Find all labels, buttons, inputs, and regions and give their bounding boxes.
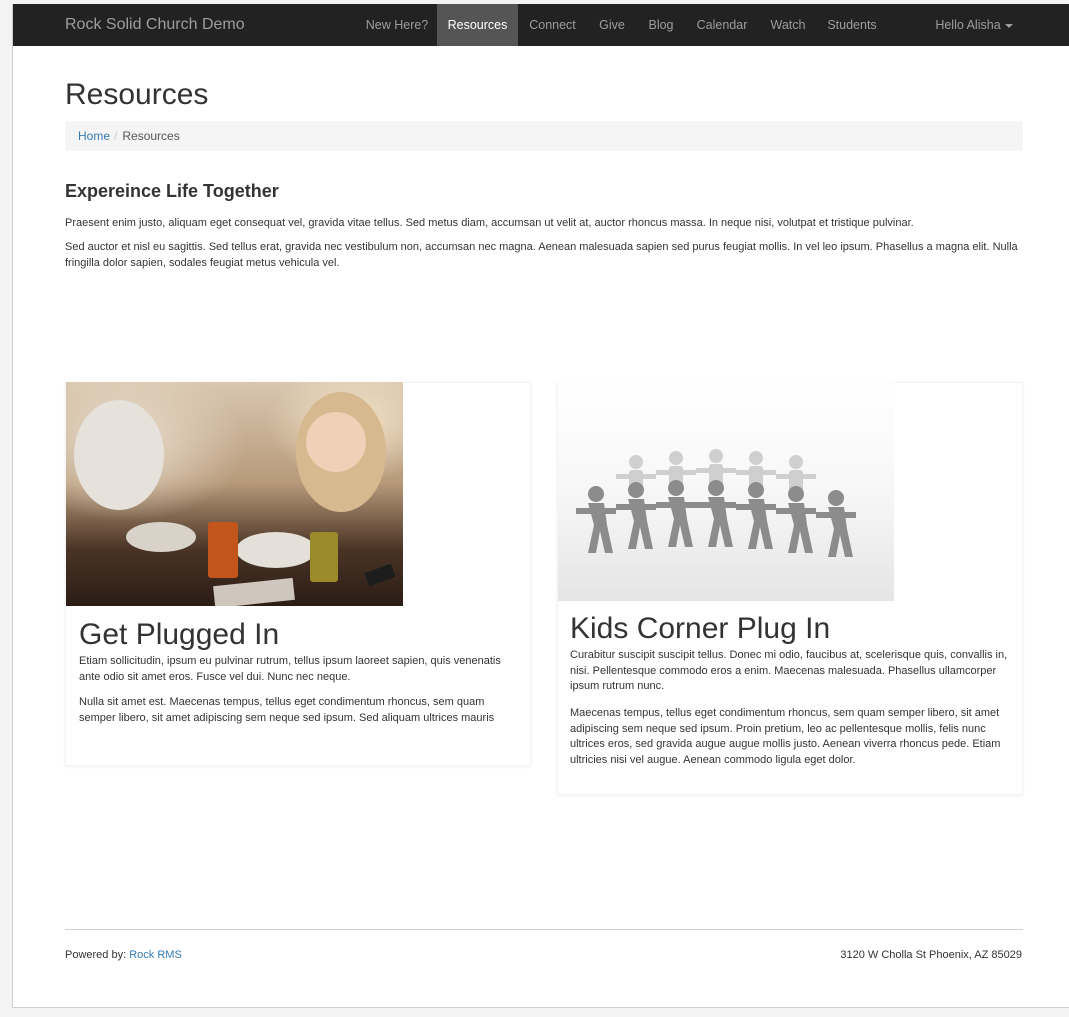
user-menu-label: Hello Alisha	[935, 18, 1001, 32]
intro-paragraph-1: Praesent enim justo, aliquam eget conseq…	[65, 217, 914, 229]
nav-item-resources[interactable]: Resources	[437, 4, 518, 46]
nav-item-blog[interactable]: Blog	[637, 4, 685, 46]
nav-item-new-here[interactable]: New Here?	[357, 4, 437, 46]
nav-item-give[interactable]: Give	[587, 4, 637, 46]
breadcrumb: Home / Resources	[65, 121, 1023, 151]
nav-item-watch[interactable]: Watch	[759, 4, 817, 46]
card-1-paragraph-2: Nulla sit amet est. Maecenas tempus, tel…	[79, 696, 495, 724]
card-1-paragraph-1: Etiam sollicitudin, ipsum eu pulvinar ru…	[79, 655, 501, 683]
intro-paragraph-2: Sed auctor et nisl eu sagittis. Sed tell…	[65, 241, 1018, 269]
user-menu-toggle[interactable]: Hello Alisha	[931, 4, 1017, 46]
caret-down-icon	[1004, 23, 1013, 28]
rock-rms-link[interactable]: Rock RMS	[129, 949, 182, 961]
nav-item-connect[interactable]: Connect	[518, 4, 587, 46]
paper-people-chain-icon	[576, 449, 856, 557]
card-1-title: Get Plugged In	[79, 618, 280, 651]
section-heading: Expereince Life Together	[65, 181, 279, 201]
footer-address: 3120 W Cholla St Phoenix, AZ 85029	[840, 949, 1022, 961]
powered-by-label: Powered by:	[65, 949, 127, 961]
footer-divider	[65, 929, 1023, 930]
paper-people-chain-photo	[558, 382, 894, 601]
nav-item-students[interactable]: Students	[817, 4, 887, 46]
dinner-table-photo	[66, 382, 403, 606]
page-container: Rock Solid Church Demo New Here? Resourc…	[12, 4, 1069, 1008]
card-2-title: Kids Corner Plug In	[570, 612, 831, 645]
nav-item-calendar[interactable]: Calendar	[685, 4, 759, 46]
breadcrumb-current: Resources	[122, 129, 180, 143]
breadcrumb-separator: /	[114, 129, 118, 143]
brand-link[interactable]: Rock Solid Church Demo	[65, 16, 245, 34]
page-title: Resources	[65, 78, 209, 111]
breadcrumb-home-link[interactable]: Home	[78, 129, 110, 143]
top-navbar: Rock Solid Church Demo New Here? Resourc…	[13, 4, 1069, 46]
card-2-paragraph-1: Curabitur suscipit suscipit tellus. Done…	[570, 649, 1008, 692]
card-2-paragraph-2: Maecenas tempus, tellus eget condimentum…	[570, 707, 1001, 766]
footer-powered-by: Powered by: Rock RMS	[65, 949, 182, 961]
